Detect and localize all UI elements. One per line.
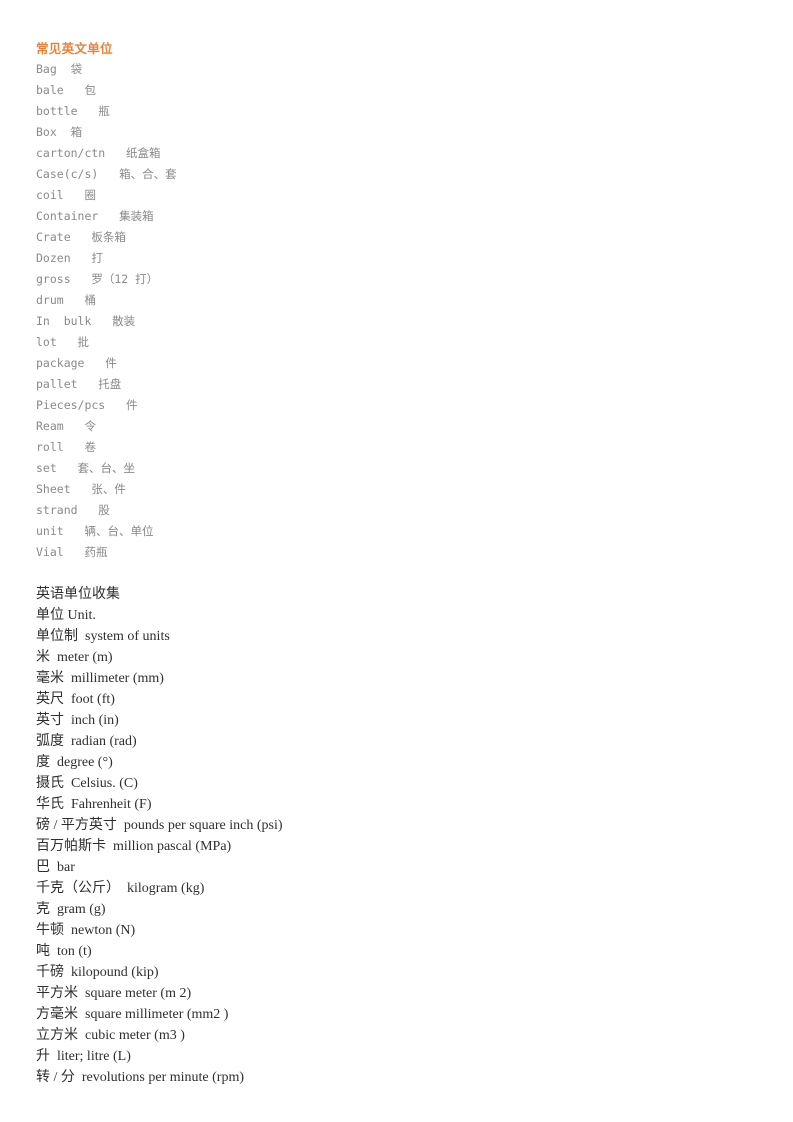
list-item: drum 桶 xyxy=(36,293,96,307)
list-item: Ream 令 xyxy=(36,419,96,433)
section-heading-english-units-collection: 英语单位收集 xyxy=(36,587,120,602)
list-item: 千磅 kilopound (kip) xyxy=(36,965,159,980)
list-item: coil 圈 xyxy=(36,188,96,202)
list-item: 平方米 square meter (m 2) xyxy=(36,986,192,1001)
list-item: bottle 瓶 xyxy=(36,104,110,118)
list-item: Crate 板条箱 xyxy=(36,230,126,244)
list-item: 立方米 cubic meter (m3 ) xyxy=(36,1028,185,1043)
list-item: 弧度 radian (rad) xyxy=(36,734,137,749)
list-item: 英寸 inch (in) xyxy=(36,713,119,728)
list-item: unit 辆、台、单位 xyxy=(36,524,154,538)
list-item: Container 集装箱 xyxy=(36,209,154,223)
list-item: set 套、台、坐 xyxy=(36,461,136,475)
list-item: Bag 袋 xyxy=(36,62,83,76)
list-item: 百万帕斯卡 million pascal (MPa) xyxy=(36,839,232,854)
list-item: pallet 托盘 xyxy=(36,377,122,391)
list-item: 磅 / 平方英寸 pounds per square inch (psi) xyxy=(36,818,283,833)
list-item: Pieces/pcs 件 xyxy=(36,398,138,412)
page-title: 常见英文单位 xyxy=(36,41,113,56)
list-item: In bulk 散装 xyxy=(36,314,136,328)
list-item: strand 股 xyxy=(36,503,110,517)
list-item: Sheet 张、件 xyxy=(36,482,126,496)
list-item: roll 卷 xyxy=(36,440,96,454)
list-item: 度 degree (°) xyxy=(36,755,113,770)
units-collection-list: 单位 Unit. 单位制 system of units 米 meter (m)… xyxy=(36,605,756,1088)
list-item: 牛顿 newton (N) xyxy=(36,923,136,938)
list-item: 毫米 millimeter (mm) xyxy=(36,671,164,686)
list-item: gross 罗（12 打） xyxy=(36,272,159,286)
list-item: bale 包 xyxy=(36,83,96,97)
list-item: 米 meter (m) xyxy=(36,650,113,665)
list-item: Vial 药瓶 xyxy=(36,545,108,559)
list-item: Dozen 打 xyxy=(36,251,103,265)
list-item: 千克（公斤） kilogram (kg) xyxy=(36,881,205,896)
english-units-list: Bag 袋 bale 包 bottle 瓶 Box 箱 carton/ctn 纸… xyxy=(36,59,756,563)
list-item: 巴 bar xyxy=(36,860,75,875)
list-item: package 件 xyxy=(36,356,117,370)
list-item: Box 箱 xyxy=(36,125,83,139)
list-item: 吨 ton (t) xyxy=(36,944,92,959)
list-item: 华氏 Fahrenheit (F) xyxy=(36,797,152,812)
list-item: 转 / 分 revolutions per minute (rpm) xyxy=(36,1070,245,1085)
list-item: 克 gram (g) xyxy=(36,902,106,917)
list-item: 方毫米 square millimeter (mm2 ) xyxy=(36,1007,229,1022)
list-item: 单位制 system of units xyxy=(36,629,170,644)
list-item: lot 批 xyxy=(36,335,90,349)
list-item: Case(c/s) 箱、合、套 xyxy=(36,167,177,181)
list-item: 升 liter; litre (L) xyxy=(36,1049,131,1064)
document-page: 常见英文单位 Bag 袋 bale 包 bottle 瓶 Box 箱 carto… xyxy=(0,0,793,1122)
list-item: carton/ctn 纸盒箱 xyxy=(36,146,161,160)
document-content: 常见英文单位 Bag 袋 bale 包 bottle 瓶 Box 箱 carto… xyxy=(36,38,756,1088)
list-item: 摄氏 Celsius. (C) xyxy=(36,776,138,791)
list-item: 英尺 foot (ft) xyxy=(36,692,115,707)
list-item: 单位 Unit. xyxy=(36,608,96,623)
